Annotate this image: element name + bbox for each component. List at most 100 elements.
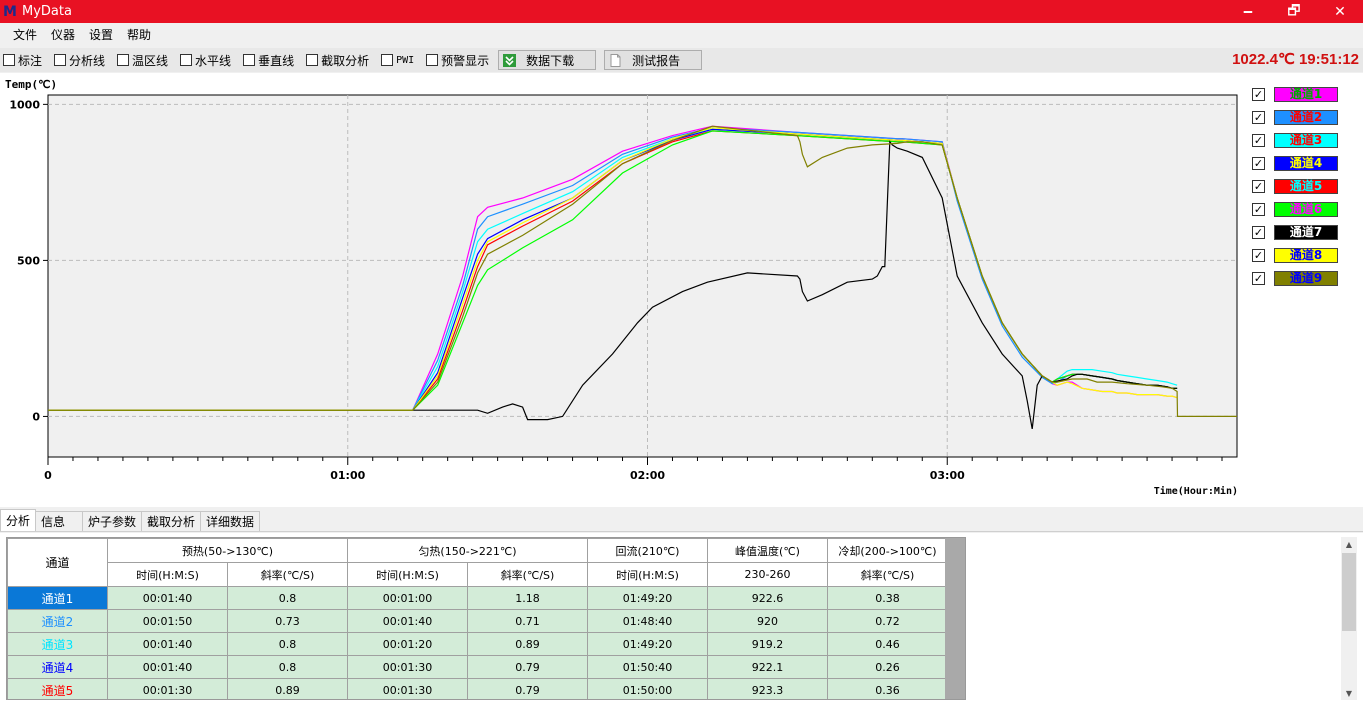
check-pwi[interactable]: PWI xyxy=(381,54,414,66)
channel-cell[interactable]: 通道4 xyxy=(7,655,108,679)
close-icon[interactable]: ✕ xyxy=(1317,0,1363,23)
group-header-preheat[interactable]: 预热(50->130℃) xyxy=(107,538,348,563)
value-cell[interactable]: 00:01:40 xyxy=(347,609,468,633)
value-cell[interactable]: 0.8 xyxy=(227,632,348,656)
menu-help[interactable]: 帮助 xyxy=(120,23,158,47)
checkbox-icon[interactable] xyxy=(306,54,319,66)
value-cell[interactable]: 00:01:40 xyxy=(107,655,228,679)
tab-analysis[interactable]: 分析 xyxy=(0,509,37,531)
value-cell[interactable]: 01:50:40 xyxy=(587,655,708,679)
group-header-soak[interactable]: 匀热(150->221℃) xyxy=(347,538,588,563)
channel-cell[interactable]: 通道1 xyxy=(7,586,108,610)
checkbox-icon[interactable] xyxy=(3,54,15,66)
value-cell[interactable]: 00:01:40 xyxy=(107,632,228,656)
value-cell[interactable]: 922.6 xyxy=(707,586,828,610)
table-row[interactable]: 通道3 00:01:40 0.8 00:01:20 0.89 01:49:20 919.2 0… xyxy=(7,632,948,656)
value-cell[interactable]: 0.79 xyxy=(467,678,588,699)
checkbox-icon[interactable] xyxy=(54,54,67,66)
check-capture-analysis[interactable]: 截取分析 xyxy=(306,52,369,69)
legend-item-ch9[interactable]: ✓ 通道9 xyxy=(1250,268,1350,288)
value-cell[interactable]: 920 xyxy=(707,609,828,633)
table-row[interactable]: 通道2 00:01:50 0.73 00:01:40 0.71 01:48:40 920 0.… xyxy=(7,609,948,633)
sub-header-slope[interactable]: 斜率(℃/S) xyxy=(467,562,588,587)
check-icon[interactable]: ✓ xyxy=(1252,202,1265,216)
value-cell[interactable]: 01:50:00 xyxy=(587,678,708,699)
channel-cell[interactable]: 通道5 xyxy=(7,678,108,699)
legend-item-ch5[interactable]: ✓ 通道5 xyxy=(1250,176,1350,196)
check-icon[interactable]: ✓ xyxy=(1252,271,1265,285)
value-cell[interactable]: 923.3 xyxy=(707,678,828,699)
value-cell[interactable]: 0.26 xyxy=(827,655,948,679)
check-horizontal-line[interactable]: 水平线 xyxy=(180,52,231,69)
value-cell[interactable]: 0.36 xyxy=(827,678,948,699)
restore-icon[interactable]: 🗗 xyxy=(1271,0,1317,23)
menu-settings[interactable]: 设置 xyxy=(82,23,120,47)
value-cell[interactable]: 00:01:30 xyxy=(347,655,468,679)
legend-item-ch8[interactable]: ✓ 通道8 xyxy=(1250,245,1350,265)
checkbox-icon[interactable] xyxy=(117,54,130,66)
value-cell[interactable]: 00:01:40 xyxy=(107,586,228,610)
data-download-button[interactable]: 数据下载 xyxy=(498,50,597,70)
value-cell[interactable]: 00:01:50 xyxy=(107,609,228,633)
check-analysis-line[interactable]: 分析线 xyxy=(54,52,105,69)
legend-item-ch1[interactable]: ✓ 通道1 xyxy=(1250,84,1350,104)
sub-header-time[interactable]: 时间(H:M:S) xyxy=(587,562,708,587)
value-cell[interactable]: 0.8 xyxy=(227,586,348,610)
legend-item-ch3[interactable]: ✓ 通道3 xyxy=(1250,130,1350,150)
check-vertical-line[interactable]: 垂直线 xyxy=(243,52,294,69)
sub-header-range[interactable]: 230-260 xyxy=(707,562,828,587)
channel-cell[interactable]: 通道2 xyxy=(7,609,108,633)
check-zone-line[interactable]: 温区线 xyxy=(117,52,168,69)
table-row[interactable]: 通道5 00:01:30 0.89 00:01:30 0.79 01:50:00 923.3… xyxy=(7,678,948,699)
value-cell[interactable]: 01:48:40 xyxy=(587,609,708,633)
table-row[interactable]: 通道4 00:01:40 0.8 00:01:30 0.79 01:50:40 922.1 0… xyxy=(7,655,948,679)
legend-item-ch7[interactable]: ✓ 通道7 xyxy=(1250,222,1350,242)
menu-instrument[interactable]: 仪器 xyxy=(44,23,82,47)
group-header-cooling[interactable]: 冷却(200->100℃) xyxy=(827,538,948,563)
value-cell[interactable]: 0.73 xyxy=(227,609,348,633)
sub-header-time[interactable]: 时间(H:M:S) xyxy=(347,562,468,587)
value-cell[interactable]: 0.8 xyxy=(227,655,348,679)
check-icon[interactable]: ✓ xyxy=(1252,156,1265,170)
checkbox-icon[interactable] xyxy=(180,54,193,66)
check-warning-display[interactable]: 预警显示 xyxy=(426,52,489,69)
tab-detail-data[interactable]: 详细数据 xyxy=(200,511,261,531)
value-cell[interactable]: 0.79 xyxy=(467,655,588,679)
legend-item-ch6[interactable]: ✓ 通道6 xyxy=(1250,199,1350,219)
minimize-icon[interactable]: 🗕 xyxy=(1225,0,1271,23)
tab-info[interactable]: 信息 xyxy=(35,511,84,531)
checkbox-icon[interactable] xyxy=(381,54,394,66)
channel-cell[interactable]: 通道3 xyxy=(7,632,108,656)
value-cell[interactable]: 00:01:30 xyxy=(107,678,228,699)
value-cell[interactable]: 922.1 xyxy=(707,655,828,679)
value-cell[interactable]: 0.46 xyxy=(827,632,948,656)
value-cell[interactable]: 0.72 xyxy=(827,609,948,633)
checkbox-icon[interactable] xyxy=(243,54,256,66)
check-icon[interactable]: ✓ xyxy=(1252,87,1265,101)
sub-header-time[interactable]: 时间(H:M:S) xyxy=(107,562,228,587)
group-header-reflow[interactable]: 回流(210℃) xyxy=(587,538,708,563)
value-cell[interactable]: 01:49:20 xyxy=(587,586,708,610)
value-cell[interactable]: 0.71 xyxy=(467,609,588,633)
checkbox-icon[interactable] xyxy=(426,54,439,66)
sub-header-slope[interactable]: 斜率(℃/S) xyxy=(227,562,348,587)
check-annotation[interactable]: 标注 xyxy=(3,52,42,69)
value-cell[interactable]: 00:01:00 xyxy=(347,586,468,610)
value-cell[interactable]: 1.18 xyxy=(467,586,588,610)
menu-file[interactable]: 文件 xyxy=(6,23,44,47)
check-icon[interactable]: ✓ xyxy=(1252,179,1265,193)
check-icon[interactable]: ✓ xyxy=(1252,225,1265,239)
tab-capture-analysis[interactable]: 截取分析 xyxy=(141,511,202,531)
scroll-down-icon[interactable]: ▼ xyxy=(1341,686,1357,700)
sub-header-slope[interactable]: 斜率(℃/S) xyxy=(827,562,948,587)
legend-item-ch2[interactable]: ✓ 通道2 xyxy=(1250,107,1350,127)
check-icon[interactable]: ✓ xyxy=(1252,110,1265,124)
value-cell[interactable]: 0.38 xyxy=(827,586,948,610)
scroll-thumb[interactable] xyxy=(1342,553,1356,631)
group-header-peak[interactable]: 峰值温度(℃) xyxy=(707,538,828,563)
tab-furnace-params[interactable]: 炉子参数 xyxy=(82,511,143,531)
table-row[interactable]: 通道1 00:01:40 0.8 00:01:00 1.18 01:49:20 922.6 0… xyxy=(7,586,948,610)
scroll-up-icon[interactable]: ▲ xyxy=(1341,537,1357,551)
value-cell[interactable]: 0.89 xyxy=(227,678,348,699)
value-cell[interactable]: 01:49:20 xyxy=(587,632,708,656)
